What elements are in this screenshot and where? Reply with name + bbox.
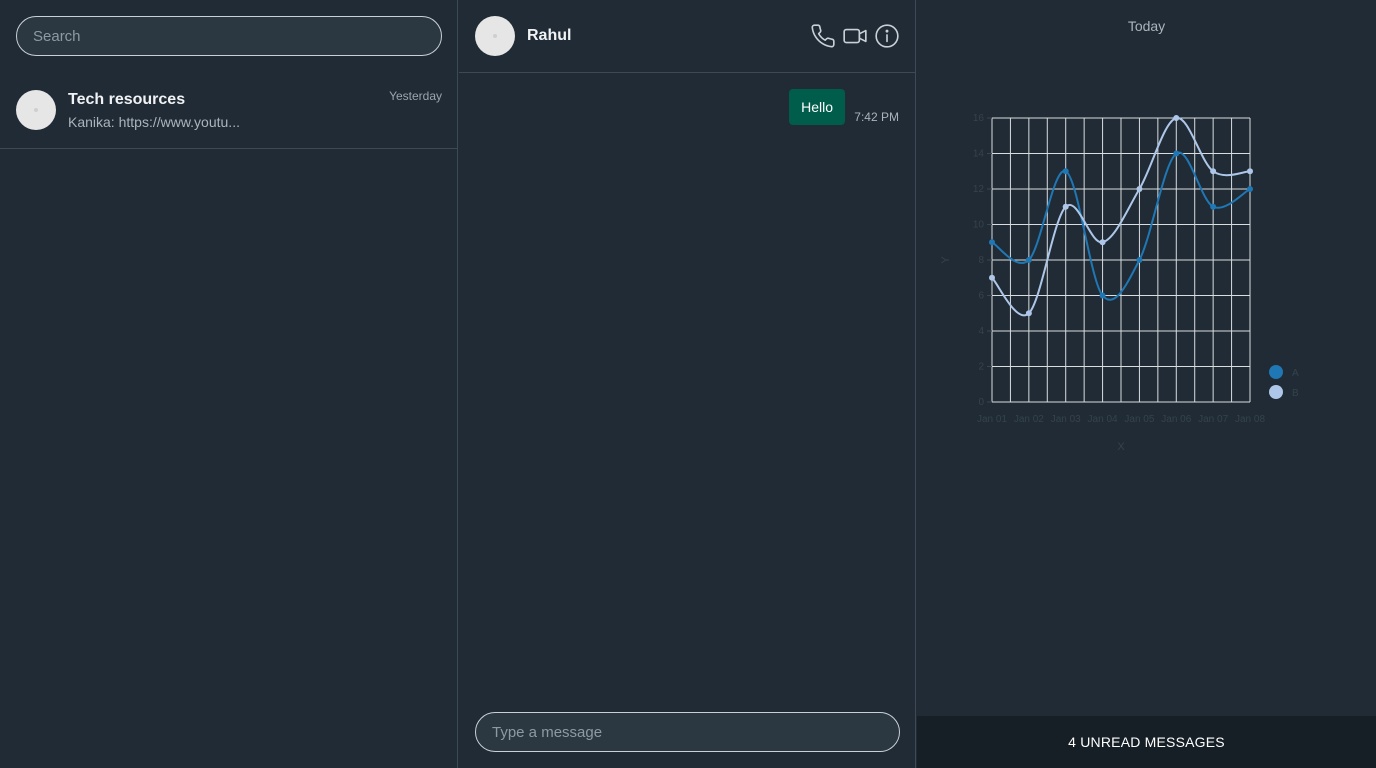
chart-point-a (1099, 292, 1106, 299)
chart-x-tick-label: Jan 01 (977, 414, 1007, 425)
chat-list-item[interactable]: Tech resources Kanika: https://www.youtu… (0, 72, 458, 149)
chart-point-a (1173, 150, 1180, 157)
chart-y-axis-label: Y (940, 256, 952, 264)
avatar[interactable] (475, 16, 515, 56)
search-input[interactable] (16, 16, 442, 56)
chat-time: Yesterday (389, 89, 442, 103)
chart-point-b (1099, 239, 1106, 246)
chart-point-b (1210, 168, 1217, 175)
message-bubble-outgoing[interactable]: Hello (789, 89, 845, 125)
composer (475, 712, 900, 752)
chart-y-tick-label: 8 (978, 255, 984, 266)
chart-point-b (1136, 186, 1143, 192)
chart-y-tick-label: 2 (978, 362, 984, 373)
chart-y-tick-label: 12 (973, 184, 985, 195)
chart-x-tick-label: Jan 03 (1051, 414, 1081, 425)
chart-point-b (1247, 168, 1253, 175)
line-chart: 0 2 4 6 8 10 12 14 16 Jan 01 Jan 02 Jan 03 Jan 04 Jan… (940, 113, 1299, 453)
chart-point-a (1247, 186, 1253, 192)
contact-name[interactable]: Rahul (527, 27, 571, 45)
chart-x-tick-label: Jan 05 (1124, 414, 1154, 425)
chart-x-tick-label: Jan 06 (1161, 414, 1191, 425)
chart-point-b (1173, 115, 1180, 121)
conversation-header: Rahul (459, 0, 916, 73)
chat-list-panel: Tech resources Kanika: https://www.youtu… (0, 0, 458, 768)
info-icon[interactable] (874, 23, 900, 49)
chart-legend-swatch-b (1269, 385, 1283, 399)
chart-point-a (1210, 203, 1217, 210)
chart-legend-label-b: B (1292, 388, 1299, 399)
chart-y-tick-label: 16 (973, 113, 985, 124)
chart-y-tick-label: 10 (973, 220, 985, 231)
chart-y-tick-label: 14 (973, 149, 985, 160)
phone-icon[interactable] (810, 23, 836, 49)
chat-preview: Kanika: https://www.youtu... (68, 114, 240, 130)
avatar (16, 90, 56, 130)
chart-y-tick-label: 0 (978, 397, 984, 408)
chart-legend-swatch-a (1269, 365, 1283, 379)
message-input[interactable] (475, 712, 900, 752)
chart-point-b (1062, 203, 1069, 210)
chart-point-b (989, 274, 995, 281)
chart-y-tick-label: 6 (978, 291, 984, 302)
chart-x-tick-label: Jan 08 (1235, 414, 1265, 425)
chart-legend-label-a: A (1292, 368, 1299, 379)
video-camera-icon[interactable] (842, 23, 868, 49)
chart-point-a (989, 239, 995, 246)
stats-panel: Today 0 2 4 6 8 10 12 14 16 Jan 01 Jan 02 Jan 03 Jan… (917, 0, 1376, 768)
chart-point-a (1025, 257, 1032, 263)
message-time: 7:42 PM (854, 110, 899, 124)
chart-x-tick-label: Jan 04 (1088, 414, 1118, 425)
chart-y-tick-label: 4 (978, 326, 984, 337)
unread-messages-button[interactable]: 4 UNREAD MESSAGES (917, 716, 1376, 768)
chart-point-a (1136, 257, 1143, 263)
chart-x-tick-label: Jan 02 (1014, 414, 1044, 425)
chart-x-tick-label: Jan 07 (1198, 414, 1228, 425)
search-box (16, 16, 442, 56)
chart-point-b (1025, 310, 1032, 317)
chart-point-a (1062, 168, 1069, 175)
conversation-panel: Rahul Hello 7:42 PM (459, 0, 916, 768)
chat-name: Tech resources (68, 91, 186, 108)
chart-x-axis-label: X (1117, 441, 1125, 453)
